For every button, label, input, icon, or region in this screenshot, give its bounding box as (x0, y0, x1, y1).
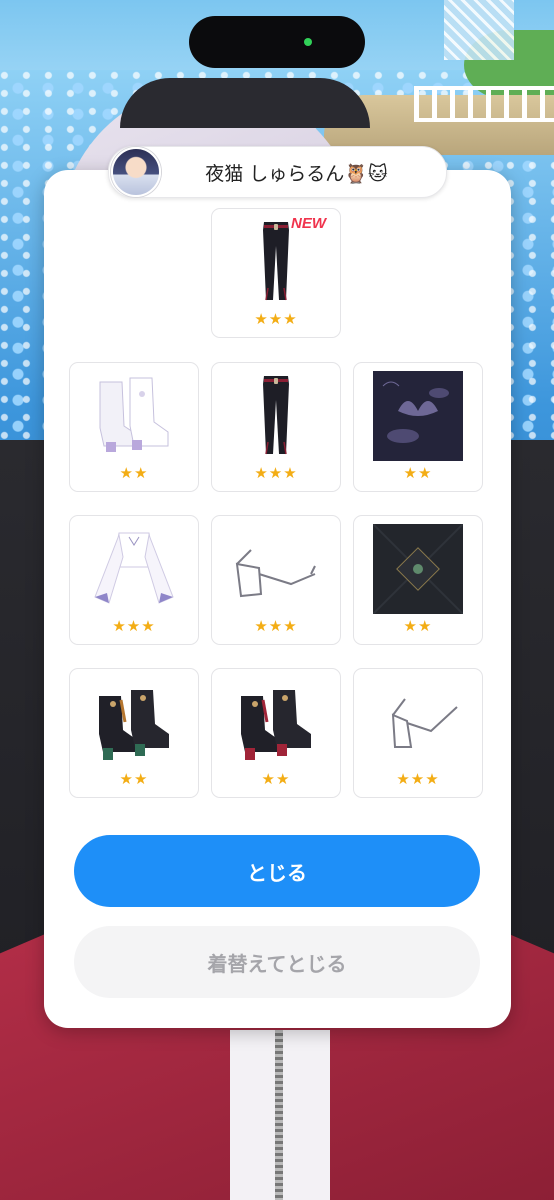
item-card[interactable]: ★★ (353, 362, 483, 492)
rarity-stars: ★★★ (254, 464, 298, 482)
item-card[interactable]: ★★ (69, 668, 199, 798)
item-card[interactable]: ★★★ (211, 362, 341, 492)
dynamic-island (189, 16, 365, 68)
sender-avatar (111, 147, 161, 197)
rarity-stars: ★★ (261, 770, 291, 788)
black-green-boots-icon (70, 675, 198, 769)
black-pants-icon (212, 369, 340, 463)
close-button[interactable]: とじる (74, 835, 480, 907)
item-card[interactable]: ★★ (211, 668, 341, 798)
glasses-icon (354, 675, 482, 769)
rarity-stars: ★★★ (396, 770, 440, 788)
lotus-pattern-tile-icon (354, 369, 482, 463)
avatar-character-hairband (120, 78, 370, 128)
sender-name: 夜猫 しゅらるん🦉🐱 (205, 162, 388, 185)
rarity-stars: ★★★ (112, 617, 156, 635)
rarity-stars: ★★ (119, 770, 149, 788)
black-red-boots-icon (212, 675, 340, 769)
glasses-icon (212, 522, 340, 616)
dark-floor-tile-icon (354, 522, 482, 616)
item-card-featured[interactable]: NEW ★★★ (211, 208, 341, 338)
camera-indicator-icon (304, 38, 312, 46)
item-card[interactable]: ★★★ (353, 668, 483, 798)
rarity-stars: ★★ (403, 464, 433, 482)
white-blouse-icon (70, 522, 198, 616)
rarity-stars: ★★ (403, 617, 433, 635)
avatar-character-zipper (275, 1030, 283, 1200)
item-card[interactable]: ★★★ (69, 515, 199, 645)
change-and-close-button[interactable]: 着替えてとじる (74, 926, 480, 998)
item-card[interactable]: ★★ (353, 515, 483, 645)
windmill (444, 0, 514, 60)
item-card[interactable]: ★★ (69, 362, 199, 492)
rarity-stars: ★★★ (254, 617, 298, 635)
gift-sender: 夜猫 しゅらるん🦉🐱 (108, 146, 447, 198)
rarity-stars: ★★★ (254, 310, 298, 328)
new-badge: NEW (291, 215, 326, 232)
rarity-stars: ★★ (119, 464, 149, 482)
item-card[interactable]: ★★★ (211, 515, 341, 645)
white-boots-icon (70, 369, 198, 463)
fence (414, 86, 554, 122)
